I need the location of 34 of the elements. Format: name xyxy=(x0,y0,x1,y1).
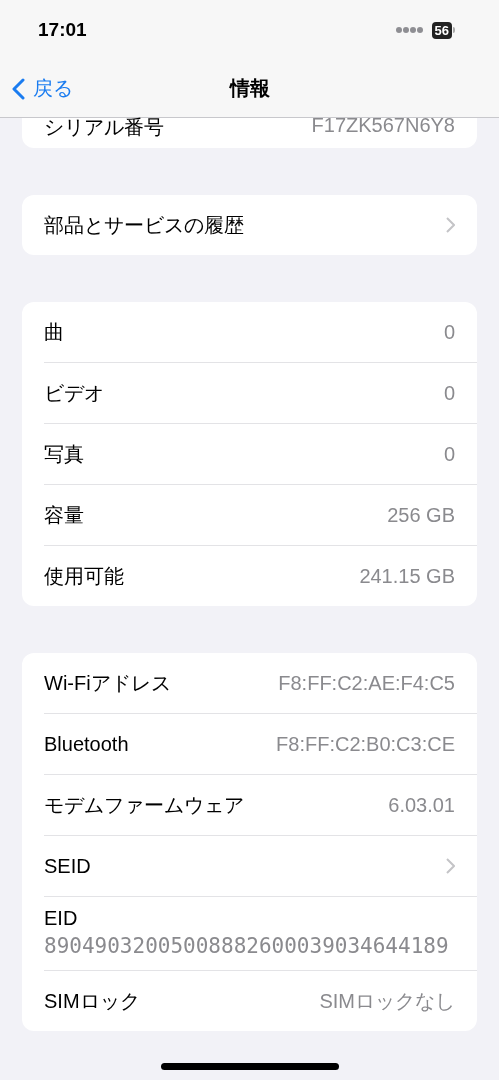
row-label: Wi-Fiアドレス xyxy=(44,670,171,696)
row-label: 使用可能 xyxy=(44,563,124,589)
row-label: EID xyxy=(44,907,78,930)
back-button[interactable]: 戻る xyxy=(0,75,73,102)
list-row[interactable]: 部品とサービスの履歴 xyxy=(44,195,477,255)
battery-icon: 56 xyxy=(431,21,452,39)
row-label: ビデオ xyxy=(44,380,104,406)
row-value: 256 GB xyxy=(387,503,455,527)
screen-title: 情報 xyxy=(229,77,270,99)
row-label: Bluetooth xyxy=(44,732,129,756)
row-value: 241.15 GB xyxy=(359,564,455,588)
row-label: モデムファームウェア xyxy=(44,792,244,818)
status-time: 17:01 xyxy=(38,19,87,41)
row-value: SIMロックなし xyxy=(319,988,455,1014)
signal-icon xyxy=(395,27,424,33)
row-label: 部品とサービスの履歴 xyxy=(44,212,244,238)
chevron-left-icon xyxy=(12,77,25,100)
row-value: F8:FF:C2:AE:F4:C5 xyxy=(278,671,455,695)
row-label: シリアル番号 xyxy=(44,115,164,140)
row-label: 写真 xyxy=(44,441,84,467)
chevron-icon xyxy=(446,217,455,233)
row-value: F17ZK567N6Y8 xyxy=(311,114,455,137)
row-label: 容量 xyxy=(44,502,84,528)
row-value: 6.03.01 xyxy=(388,793,455,817)
row-value: 0 xyxy=(443,381,455,405)
list-row[interactable]: SEID xyxy=(44,835,477,896)
row-value: 0 xyxy=(443,442,455,466)
row-value: F8:FF:C2:B0:C3:CE xyxy=(276,732,455,756)
chevron-icon xyxy=(446,858,455,874)
row-label: SIMロック xyxy=(44,988,140,1014)
row-value: 0 xyxy=(443,320,455,344)
row-label: 曲 xyxy=(44,319,64,345)
row-value: 89049032005008882600039034644189 xyxy=(44,934,449,958)
row-label: SEID xyxy=(44,854,91,878)
